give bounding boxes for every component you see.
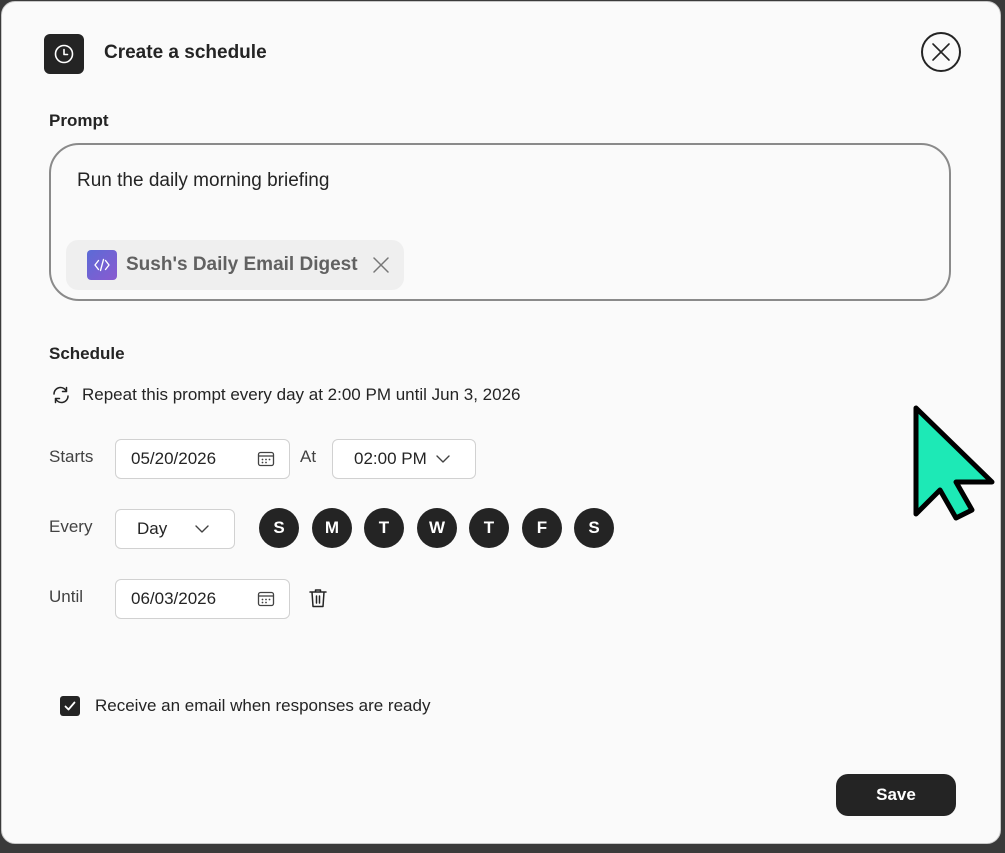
close-button[interactable] bbox=[921, 32, 961, 72]
start-date-value: 05/20/2026 bbox=[131, 449, 217, 468]
calendar-icon bbox=[257, 451, 275, 467]
chevron-down-icon bbox=[436, 455, 450, 463]
start-date-field[interactable]: 05/20/2026 bbox=[115, 439, 290, 479]
schedule-summary-text: Repeat this prompt every day at 2:00 PM … bbox=[82, 385, 521, 404]
chevron-down-icon bbox=[195, 525, 209, 533]
calendar-icon bbox=[257, 591, 275, 607]
create-schedule-dialog: Create a schedule Prompt Run the daily m… bbox=[1, 1, 1001, 844]
end-date-value: 06/03/2026 bbox=[131, 589, 217, 608]
prompt-input[interactable]: Run the daily morning briefing Sush's Da… bbox=[49, 143, 951, 301]
day-toggle-wednesday[interactable]: W bbox=[417, 508, 457, 548]
dialog-title: Create a schedule bbox=[104, 42, 267, 63]
frequency-dropdown[interactable]: Day bbox=[115, 509, 235, 549]
mouse-pointer-icon bbox=[913, 405, 995, 521]
close-icon bbox=[932, 43, 950, 61]
prompt-label: Prompt bbox=[49, 111, 109, 130]
repeat-icon bbox=[53, 386, 69, 404]
code-app-icon bbox=[87, 250, 117, 280]
end-date-field[interactable]: 06/03/2026 bbox=[115, 579, 290, 619]
trash-icon bbox=[309, 589, 327, 608]
day-toggle-monday[interactable]: M bbox=[312, 508, 352, 548]
time-value: 02:00 PM bbox=[354, 449, 427, 468]
starts-label: Starts bbox=[49, 447, 94, 466]
frequency-value: Day bbox=[137, 519, 168, 538]
day-toggle-friday[interactable]: F bbox=[522, 508, 562, 548]
until-label: Until bbox=[49, 587, 84, 606]
close-icon bbox=[372, 257, 389, 273]
schedule-summary: Repeat this prompt every day at 2:00 PM … bbox=[50, 384, 520, 406]
attachment-remove-button[interactable] bbox=[370, 254, 392, 276]
time-dropdown[interactable]: 02:00 PM bbox=[332, 439, 476, 479]
clock-icon bbox=[44, 34, 84, 74]
save-button[interactable]: Save bbox=[836, 774, 956, 816]
at-label: At bbox=[300, 447, 317, 466]
day-toggle-saturday[interactable]: S bbox=[574, 508, 614, 548]
email-option-label: Receive an email when responses are read… bbox=[95, 696, 431, 715]
email-option[interactable]: Receive an email when responses are read… bbox=[60, 696, 430, 716]
day-toggle-thursday[interactable]: T bbox=[469, 508, 509, 548]
day-toggle-tuesday[interactable]: T bbox=[364, 508, 404, 548]
email-checkbox[interactable] bbox=[60, 696, 80, 716]
prompt-text[interactable]: Run the daily morning briefing bbox=[77, 170, 329, 192]
every-label: Every bbox=[49, 517, 93, 536]
checkmark-icon bbox=[64, 701, 76, 711]
day-toggle-sunday[interactable]: S bbox=[259, 508, 299, 548]
attachment-chip[interactable]: Sush's Daily Email Digest bbox=[66, 240, 404, 290]
attachment-label: Sush's Daily Email Digest bbox=[126, 254, 358, 275]
schedule-label: Schedule bbox=[49, 344, 125, 363]
delete-end-date-button[interactable] bbox=[306, 586, 330, 610]
